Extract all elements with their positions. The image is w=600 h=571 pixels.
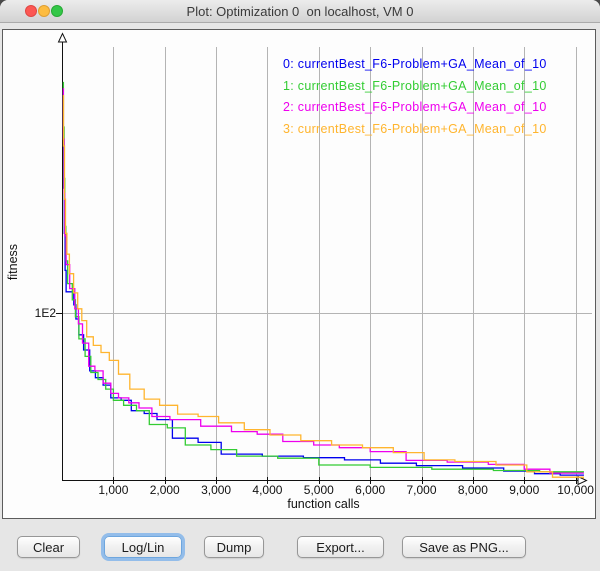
legend-item-0: 0: currentBest_F6-Problem+GA_Mean_of_10 xyxy=(283,54,547,76)
x-tick-label: 4,000 xyxy=(252,483,282,497)
plot-window: Plot: Optimization 0 on localhost, VM 0 … xyxy=(0,0,600,571)
x-tick-label: 6,000 xyxy=(355,483,385,497)
dump-button[interactable]: Dump xyxy=(204,536,264,558)
x-tick-label: 8,000 xyxy=(458,483,488,497)
x-tick-label: 2,000 xyxy=(150,483,180,497)
window-title: Plot: Optimization 0 on localhost, VM 0 xyxy=(0,4,600,19)
x-tick-label: 1,000 xyxy=(98,483,128,497)
y-tick-label: 1E2 xyxy=(26,306,56,320)
x-tick-label: 5,000 xyxy=(304,483,334,497)
chart-legend: 0: currentBest_F6-Problem+GA_Mean_of_101… xyxy=(283,54,547,140)
export-button[interactable]: Export... xyxy=(297,536,384,558)
x-axis-label: function calls xyxy=(62,497,585,511)
x-tick-label: 7,000 xyxy=(407,483,437,497)
log-lin-toggle-button[interactable]: Log/Lin xyxy=(104,536,182,558)
x-tick-label: 10,000 xyxy=(557,483,594,497)
legend-item-2: 2: currentBest_F6-Problem+GA_Mean_of_10 xyxy=(283,97,547,119)
save-as-png-button[interactable]: Save as PNG... xyxy=(402,536,526,558)
legend-item-3: 3: currentBest_F6-Problem+GA_Mean_of_10 xyxy=(283,119,547,141)
x-tick-label: 3,000 xyxy=(201,483,231,497)
legend-item-1: 1: currentBest_F6-Problem+GA_Mean_of_10 xyxy=(283,76,547,98)
clear-button[interactable]: Clear xyxy=(17,536,80,558)
x-tick-label: 9,000 xyxy=(509,483,539,497)
title-bar: Plot: Optimization 0 on localhost, VM 0 xyxy=(0,0,600,23)
y-axis-label: fitness xyxy=(6,222,20,302)
